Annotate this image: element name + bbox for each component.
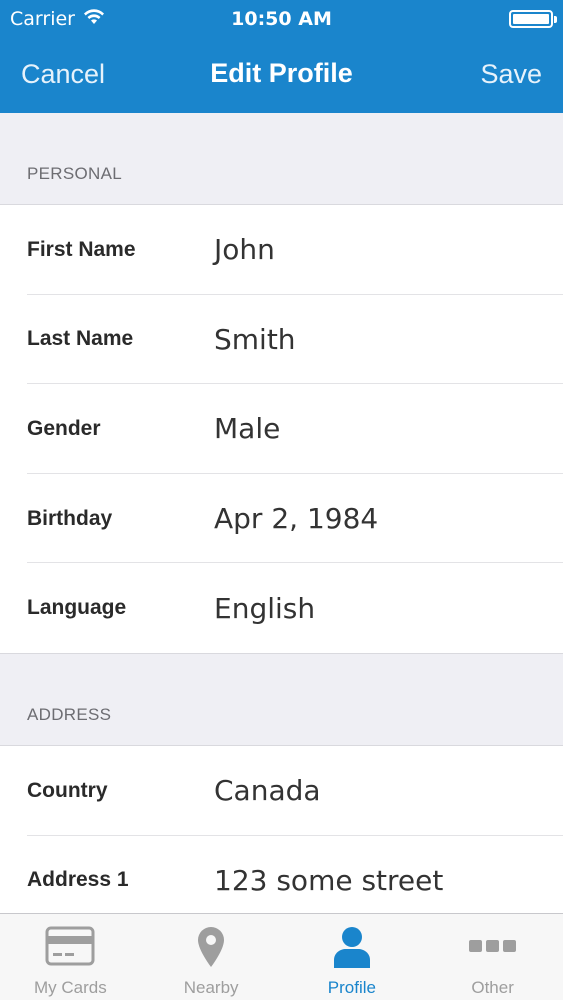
tab-bar: My Cards Nearby Profile Other xyxy=(0,913,563,1000)
tab-profile[interactable]: Profile xyxy=(282,914,423,1000)
tab-label: Other xyxy=(471,978,514,997)
language-row[interactable]: Language English xyxy=(0,563,563,653)
save-button[interactable]: Save xyxy=(480,59,542,90)
first-name-label: First Name xyxy=(27,237,136,261)
tab-other[interactable]: Other xyxy=(422,914,563,1000)
section-title: PERSONAL xyxy=(27,164,122,183)
tab-label: My Cards xyxy=(34,978,107,997)
birthday-label: Birthday xyxy=(27,506,113,530)
birthday-row[interactable]: Birthday Apr 2, 1984 xyxy=(0,474,563,564)
location-pin-icon xyxy=(196,926,226,973)
last-name-label: Last Name xyxy=(27,327,134,351)
address-1-field[interactable]: 123 some street xyxy=(214,864,443,897)
section-header-personal: PERSONAL xyxy=(0,113,563,205)
first-name-field[interactable]: John xyxy=(214,233,275,266)
country-field[interactable]: Canada xyxy=(214,774,321,807)
address-group: Country Canada Address 1 123 some street xyxy=(0,745,563,913)
tab-my-cards[interactable]: My Cards xyxy=(0,914,141,1000)
address-1-row[interactable]: Address 1 123 some street xyxy=(0,836,563,913)
profile-form[interactable]: PERSONAL First Name John Last Name Smith… xyxy=(0,113,563,913)
country-label: Country xyxy=(27,778,108,802)
tab-nearby[interactable]: Nearby xyxy=(141,914,282,1000)
page-title: Edit Profile xyxy=(210,58,353,88)
gender-row[interactable]: Gender Male xyxy=(0,384,563,474)
section-header-address: ADDRESS xyxy=(0,653,563,746)
tab-label: Nearby xyxy=(183,978,239,997)
first-name-row[interactable]: First Name John xyxy=(0,205,563,295)
personal-group: First Name John Last Name Smith Gender M… xyxy=(0,205,563,654)
language-label: Language xyxy=(27,596,127,620)
battery-icon xyxy=(509,10,557,28)
gender-field[interactable]: Male xyxy=(214,412,280,445)
address-1-label: Address 1 xyxy=(27,868,129,892)
card-icon xyxy=(45,926,95,971)
birthday-field[interactable]: Apr 2, 1984 xyxy=(214,502,378,535)
more-dots-icon xyxy=(468,938,518,959)
last-name-row[interactable]: Last Name Smith xyxy=(0,295,563,385)
navigation-bar: Cancel Edit Profile Save xyxy=(0,38,563,113)
gender-label: Gender xyxy=(27,416,101,440)
person-icon xyxy=(332,926,372,973)
status-bar: Carrier 10:50 AM xyxy=(0,0,563,38)
language-field[interactable]: English xyxy=(214,592,315,625)
tab-label: Profile xyxy=(327,978,376,997)
last-name-field[interactable]: Smith xyxy=(214,323,296,356)
section-title: ADDRESS xyxy=(27,704,112,724)
country-row[interactable]: Country Canada xyxy=(0,746,563,836)
status-time: 10:50 AM xyxy=(231,8,332,30)
